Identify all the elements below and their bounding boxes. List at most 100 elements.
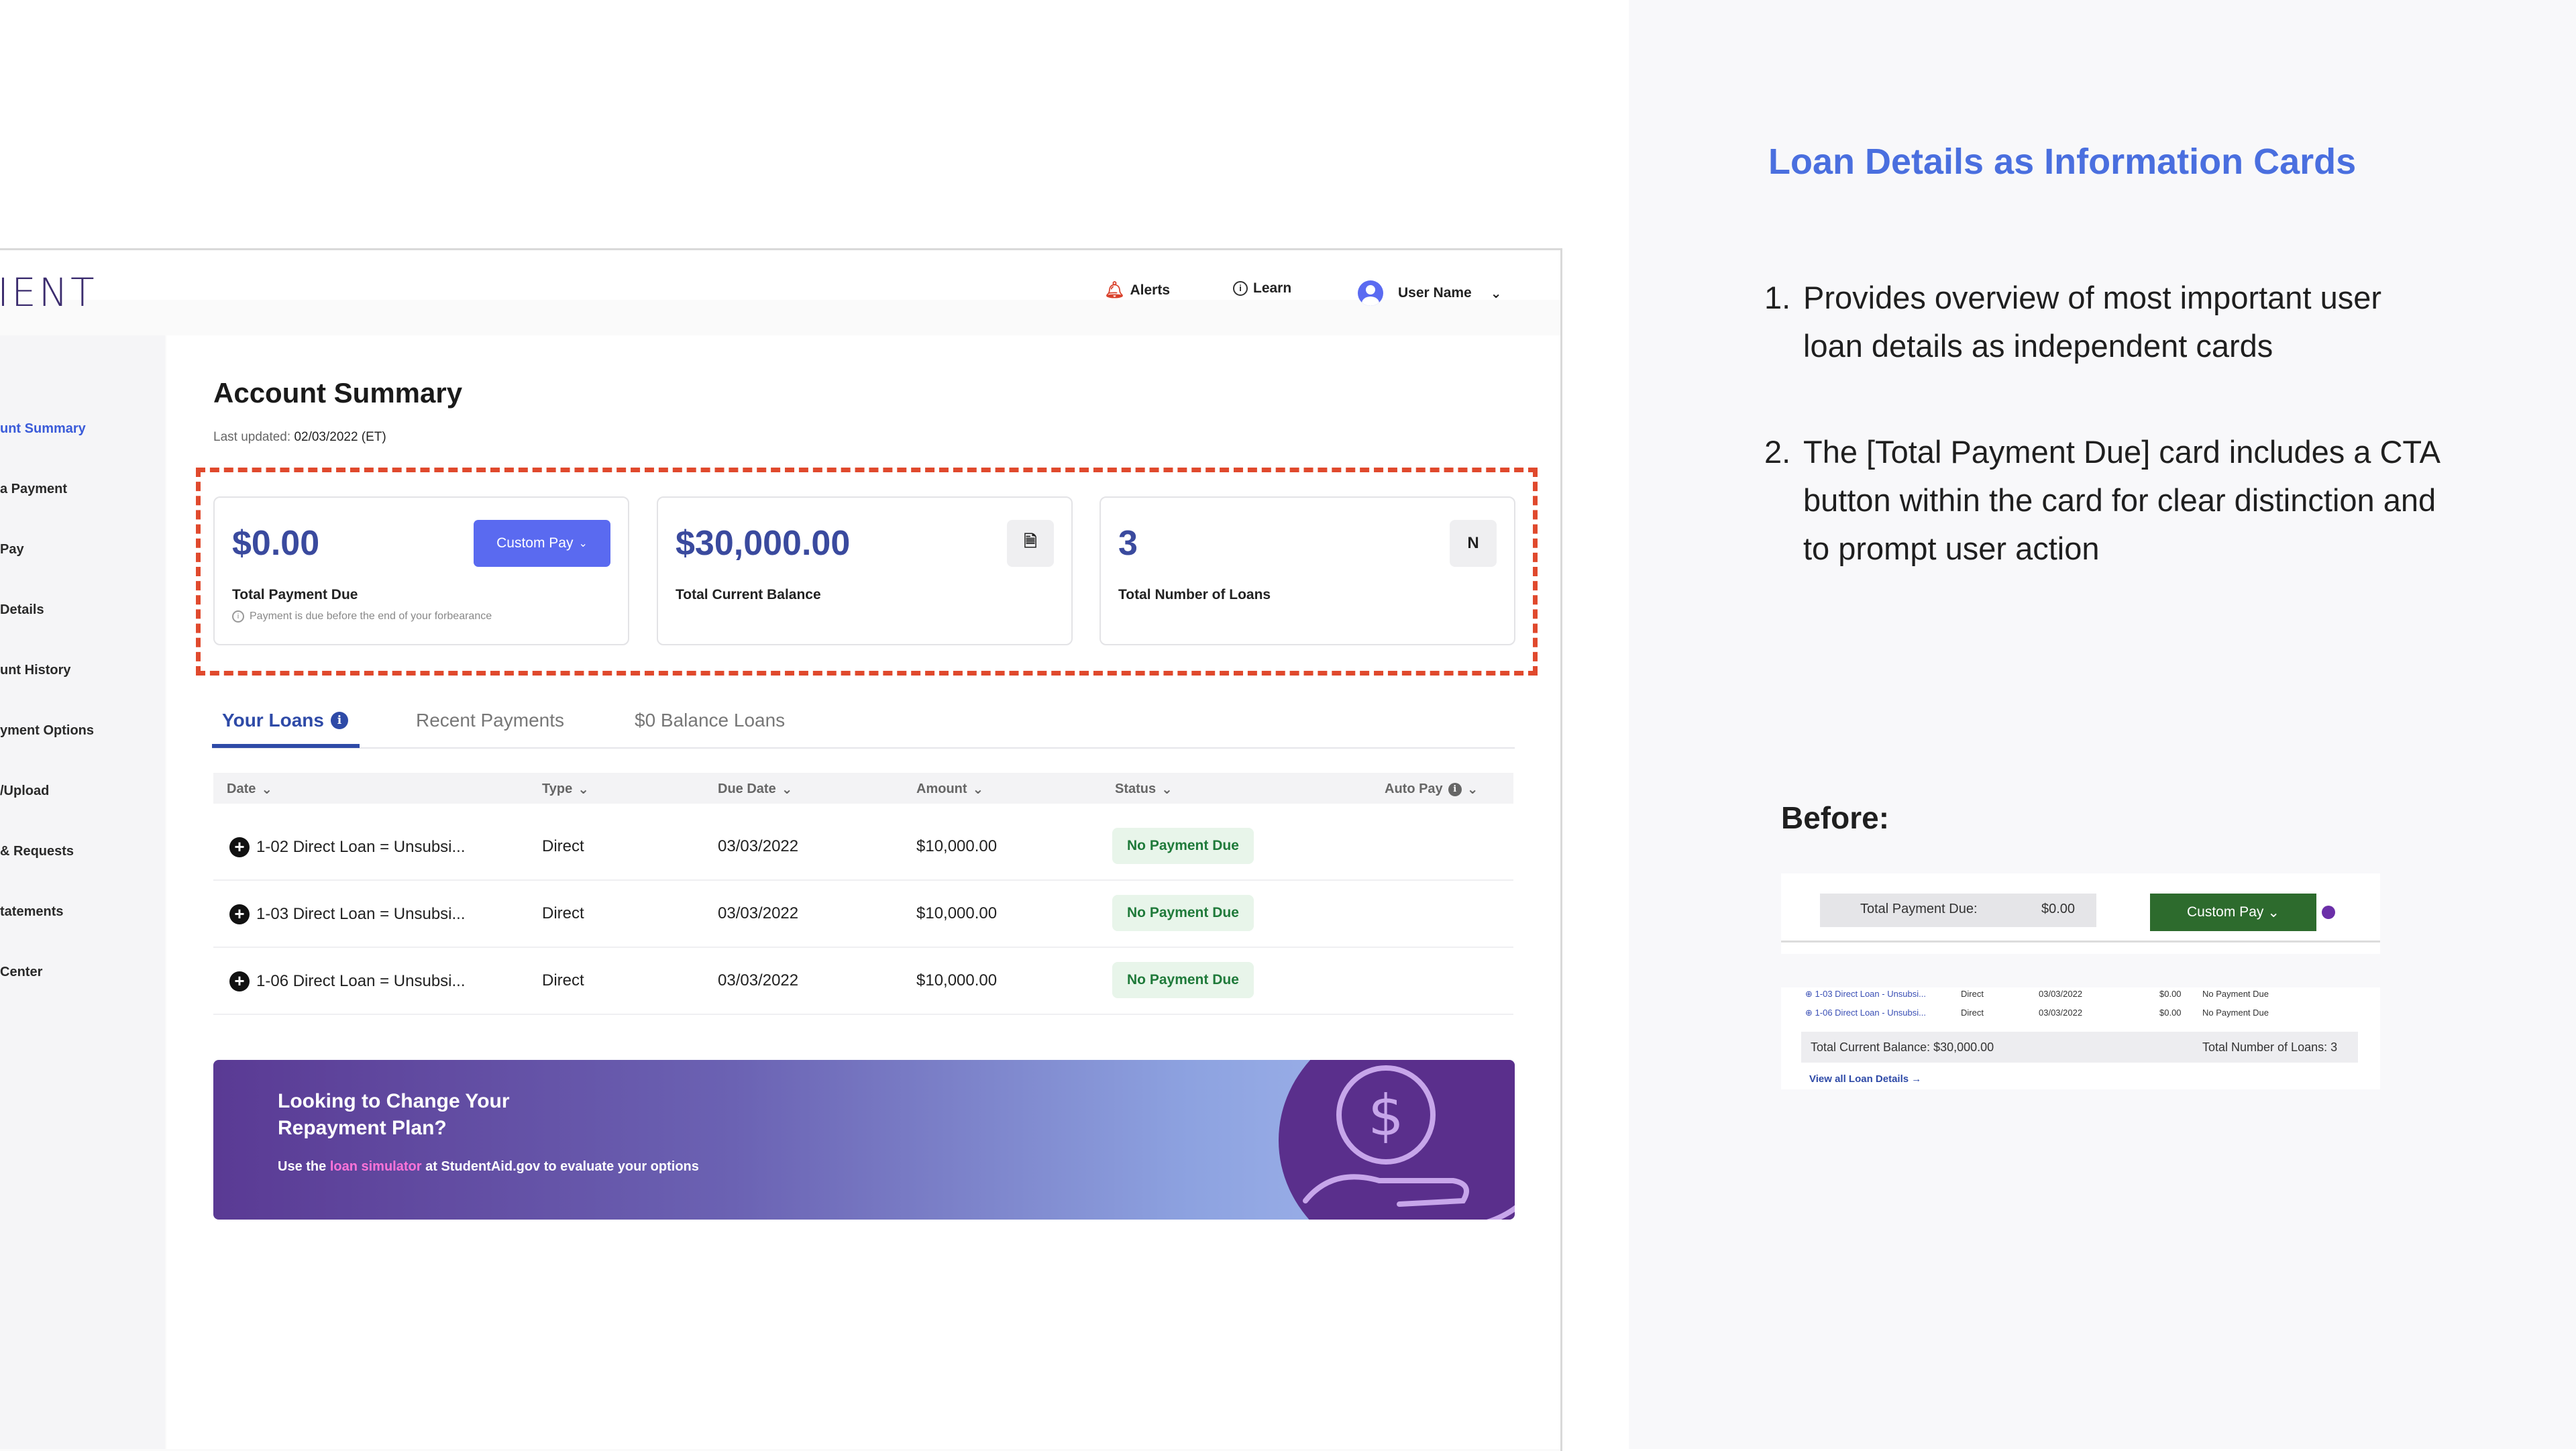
sidebar-item-make-payment[interactable]: a Payment [0, 482, 67, 497]
banner-text: Use the loan simulator at StudentAid.gov… [278, 1159, 699, 1175]
column-header-amount[interactable]: Amount ⌄ [916, 781, 983, 798]
before-custom-pay-button[interactable]: Custom Pay ⌄ [2150, 894, 2316, 931]
svg-text:$: $ [1368, 1083, 1403, 1148]
info-icon [2322, 906, 2335, 919]
annotation-panel [1629, 0, 2576, 1449]
before-payment-box: Total Payment Due: $0.00 [1820, 894, 2096, 927]
sidebar-item-upload[interactable]: /Upload [0, 784, 49, 799]
loan-type: Direct [542, 971, 584, 989]
hand-dollar-icon: $ [1303, 1065, 1515, 1220]
column-header-status[interactable]: Status ⌄ [1115, 781, 1173, 798]
view-all-loan-details-link[interactable]: View all Loan Details → [1809, 1073, 1921, 1085]
loan-type: Direct [542, 837, 584, 855]
sidebar-item-repayment-options[interactable]: yment Options [0, 723, 94, 739]
before-amount: $0.00 [2159, 1008, 2182, 1018]
before-payment-label: Total Payment Due: [1860, 902, 1978, 916]
tab-recent-payments[interactable]: Recent Payments [416, 710, 564, 731]
before-row: ⊕ 1-06 Direct Loan - Unsubsi... Direct 0… [1805, 1006, 2355, 1024]
app-header [0, 250, 1560, 300]
before-type: Direct [1961, 989, 1984, 999]
column-header-date[interactable]: Date ⌄ [227, 781, 272, 798]
annotation-point-2: 2. The [Total Payment Due] card includes… [1764, 428, 2438, 576]
status-badge: No Payment Due [1112, 895, 1254, 931]
loan-simulator-link[interactable]: loan simulator [330, 1159, 422, 1174]
chevron-down-icon: ⌄ [261, 782, 273, 797]
plus-circle-icon: ⊕ [1805, 1008, 1813, 1018]
chevron-down-icon: ⌄ [2267, 904, 2279, 920]
before-date: 03/03/2022 [2039, 1008, 2083, 1018]
loan-name: 1-06 Direct Loan = Unsubsi... [256, 972, 466, 990]
before-loan[interactable]: ⊕ 1-06 Direct Loan - Unsubsi... [1805, 1008, 1926, 1018]
before-loan-name: 1-03 Direct Loan - Unsubsi... [1815, 989, 1926, 999]
banner-text-start: Use the [278, 1159, 330, 1174]
point-number: 2. [1764, 434, 1791, 470]
before-row: ⊕ 1-03 Direct Loan - Unsubsi... Direct 0… [1805, 987, 2355, 1005]
sidebar-item-auto-pay[interactable]: Pay [0, 542, 24, 557]
loan-due-date: 03/03/2022 [718, 904, 799, 922]
point-text: The [Total Payment Due] card includes a … [1803, 434, 2439, 566]
annotation-point-1: 1. Provides overview of most important u… [1764, 274, 2435, 374]
loan-name-cell: +1-06 Direct Loan = Unsubsi... [229, 971, 466, 991]
chevron-down-icon: ⌄ [1161, 782, 1173, 797]
before-loan-name: 1-06 Direct Loan - Unsubsi... [1815, 1008, 1926, 1018]
sidebar-item-loan-details[interactable]: Details [0, 602, 44, 618]
alerts-label: Alerts [1130, 282, 1170, 298]
column-header-label: Status [1115, 782, 1157, 796]
chevron-down-icon: ⌄ [781, 782, 793, 797]
point-number: 1. [1764, 280, 1791, 315]
expand-plus-icon[interactable]: + [229, 971, 250, 991]
loan-amount: $10,000.00 [916, 971, 998, 989]
tab-your-loans[interactable]: Your Loans i [222, 710, 348, 731]
learn-link[interactable]: i Learn [1233, 280, 1291, 297]
table-header: Date ⌄ Type ⌄ Due Date ⌄ Amount ⌄ Status ⌄ Au… [213, 773, 1513, 804]
column-header-auto-pay[interactable]: Auto Pay i ⌄ [1385, 781, 1478, 798]
column-header-due-date[interactable]: Due Date ⌄ [718, 781, 792, 798]
expand-plus-icon[interactable]: + [229, 837, 250, 857]
info-circle-icon: i [1233, 281, 1248, 296]
sidebar-item-help-center[interactable]: Center [0, 965, 42, 980]
before-divider [1781, 941, 2380, 943]
before-amount: $0.00 [2159, 989, 2182, 999]
tabs-divider [212, 747, 1515, 749]
alerts-link[interactable]: 🔔︎ Alerts [1104, 280, 1170, 300]
before-loan[interactable]: ⊕ 1-03 Direct Loan - Unsubsi... [1805, 989, 1926, 1000]
sidebar-item-statements[interactable]: tatements [0, 904, 63, 920]
chevron-down-icon: ⌄ [578, 782, 589, 797]
last-updated-value: 02/03/2022 (ET) [294, 430, 386, 444]
status-badge: No Payment Due [1112, 962, 1254, 998]
last-updated-label: Last updated: [213, 430, 291, 444]
before-top-panel: Total Payment Due: $0.00 Custom Pay ⌄ [1781, 873, 2380, 954]
user-name: User Name [1398, 285, 1472, 301]
banner-illustration: $ [1279, 1060, 1515, 1220]
plus-circle-icon: ⊕ [1805, 989, 1813, 999]
bell-icon: 🔔︎ [1104, 281, 1125, 299]
status-badge: No Payment Due [1112, 828, 1254, 864]
before-status: No Payment Due [2202, 1008, 2269, 1018]
info-icon: i [330, 712, 348, 729]
column-header-label: Due Date [718, 782, 776, 796]
table-row[interactable]: +1-03 Direct Loan = Unsubsi... Direct 03… [213, 881, 1513, 948]
before-status: No Payment Due [2202, 989, 2269, 999]
column-header-label: Amount [916, 782, 967, 796]
before-total-loans: Total Number of Loans: 3 [2202, 1040, 2338, 1054]
before-payment-value: $0.00 [2041, 902, 2076, 916]
column-header-type[interactable]: Type ⌄ [542, 781, 589, 798]
expand-plus-icon[interactable]: + [229, 904, 250, 924]
sidebar-item-requests[interactable]: & Requests [0, 844, 74, 859]
sidebar-item-account-summary[interactable]: unt Summary [0, 421, 86, 437]
last-updated: Last updated: 02/03/2022 (ET) [213, 430, 386, 445]
loan-amount: $10,000.00 [916, 904, 998, 922]
table-row[interactable]: +1-06 Direct Loan = Unsubsi... Direct 03… [213, 949, 1513, 1015]
learn-label: Learn [1253, 280, 1292, 296]
chevron-down-icon: ⌄ [972, 782, 984, 797]
sidebar-item-account-history[interactable]: unt History [0, 663, 71, 678]
loan-type: Direct [542, 904, 584, 922]
loan-name-cell: +1-02 Direct Loan = Unsubsi... [229, 837, 466, 857]
chevron-down-icon: ⌄ [1490, 286, 1502, 301]
table-row[interactable]: +1-02 Direct Loan = Unsubsi... Direct 03… [213, 814, 1513, 881]
highlight-box [196, 468, 1538, 676]
column-header-label: Auto Pay [1385, 782, 1443, 796]
before-type: Direct [1961, 1008, 1984, 1018]
tab-zero-balance-loans[interactable]: $0 Balance Loans [635, 710, 785, 731]
user-menu[interactable]: User Name ⌄ [1358, 280, 1502, 306]
